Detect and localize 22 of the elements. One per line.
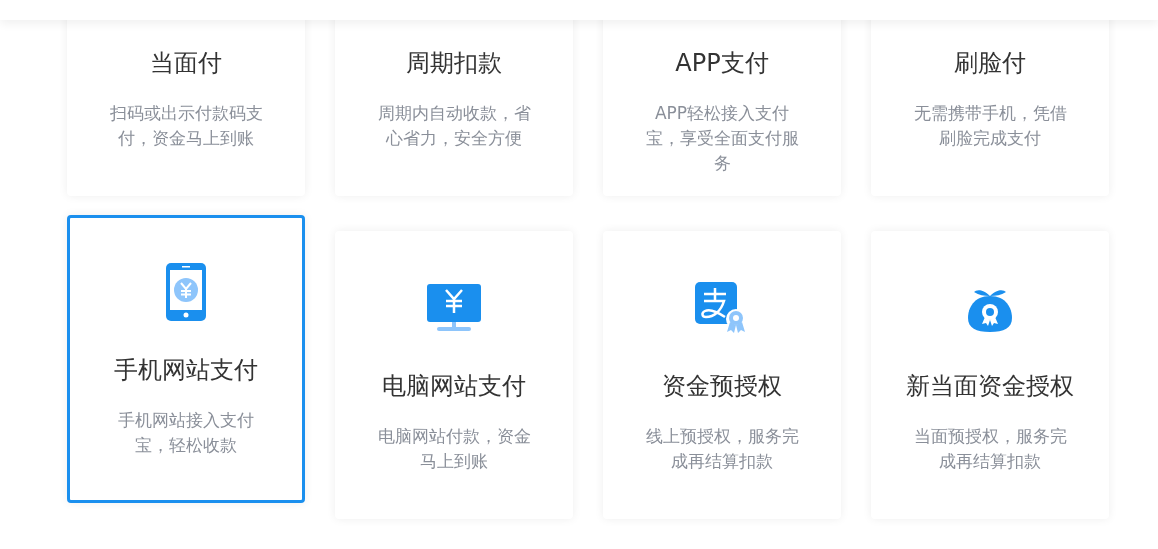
card-title: 刷脸付 (954, 48, 1026, 79)
card-title: 手机网站支付 (114, 355, 258, 386)
card-description: 线上预授权，服务完成再结算扣款 (644, 425, 800, 473)
card-description: 当面预授权，服务完成再结算扣款 (912, 425, 1068, 473)
card-title: 新当面资金授权 (906, 371, 1074, 402)
card-description: 无需携带手机，凭借刷脸完成支付 (912, 102, 1068, 150)
payment-card[interactable]: 手机网站支付 手机网站接入支付宝，轻松收款 (67, 215, 305, 503)
card-title: APP支付 (675, 48, 769, 79)
card-title: 电脑网站支付 (382, 371, 526, 402)
payment-card[interactable]: 资金预授权 线上预授权，服务完成再结算扣款 (603, 231, 841, 519)
card-description: 手机网站接入支付宝，轻松收款 (117, 409, 255, 457)
card-description: APP轻松接入支付宝，享受全面支付服务 (644, 102, 800, 175)
card-title: 周期扣款 (406, 48, 502, 79)
card-title: 资金预授权 (662, 371, 782, 402)
payment-card[interactable]: 电脑网站支付 电脑网站付款，资金马上到账 (335, 231, 573, 519)
card-description: 周期内自动收款，省心省力，安全方便 (376, 102, 532, 150)
card-description: 电脑网站付款，资金马上到账 (376, 425, 532, 473)
card-description: 扫码或出示付款码支付，资金马上到账 (108, 102, 264, 150)
payment-card[interactable]: 新当面资金授权 当面预授权，服务完成再结算扣款 (871, 231, 1109, 519)
monitor-icon (427, 284, 481, 332)
card-title: 当面付 (150, 48, 222, 79)
phone-icon (166, 263, 206, 321)
